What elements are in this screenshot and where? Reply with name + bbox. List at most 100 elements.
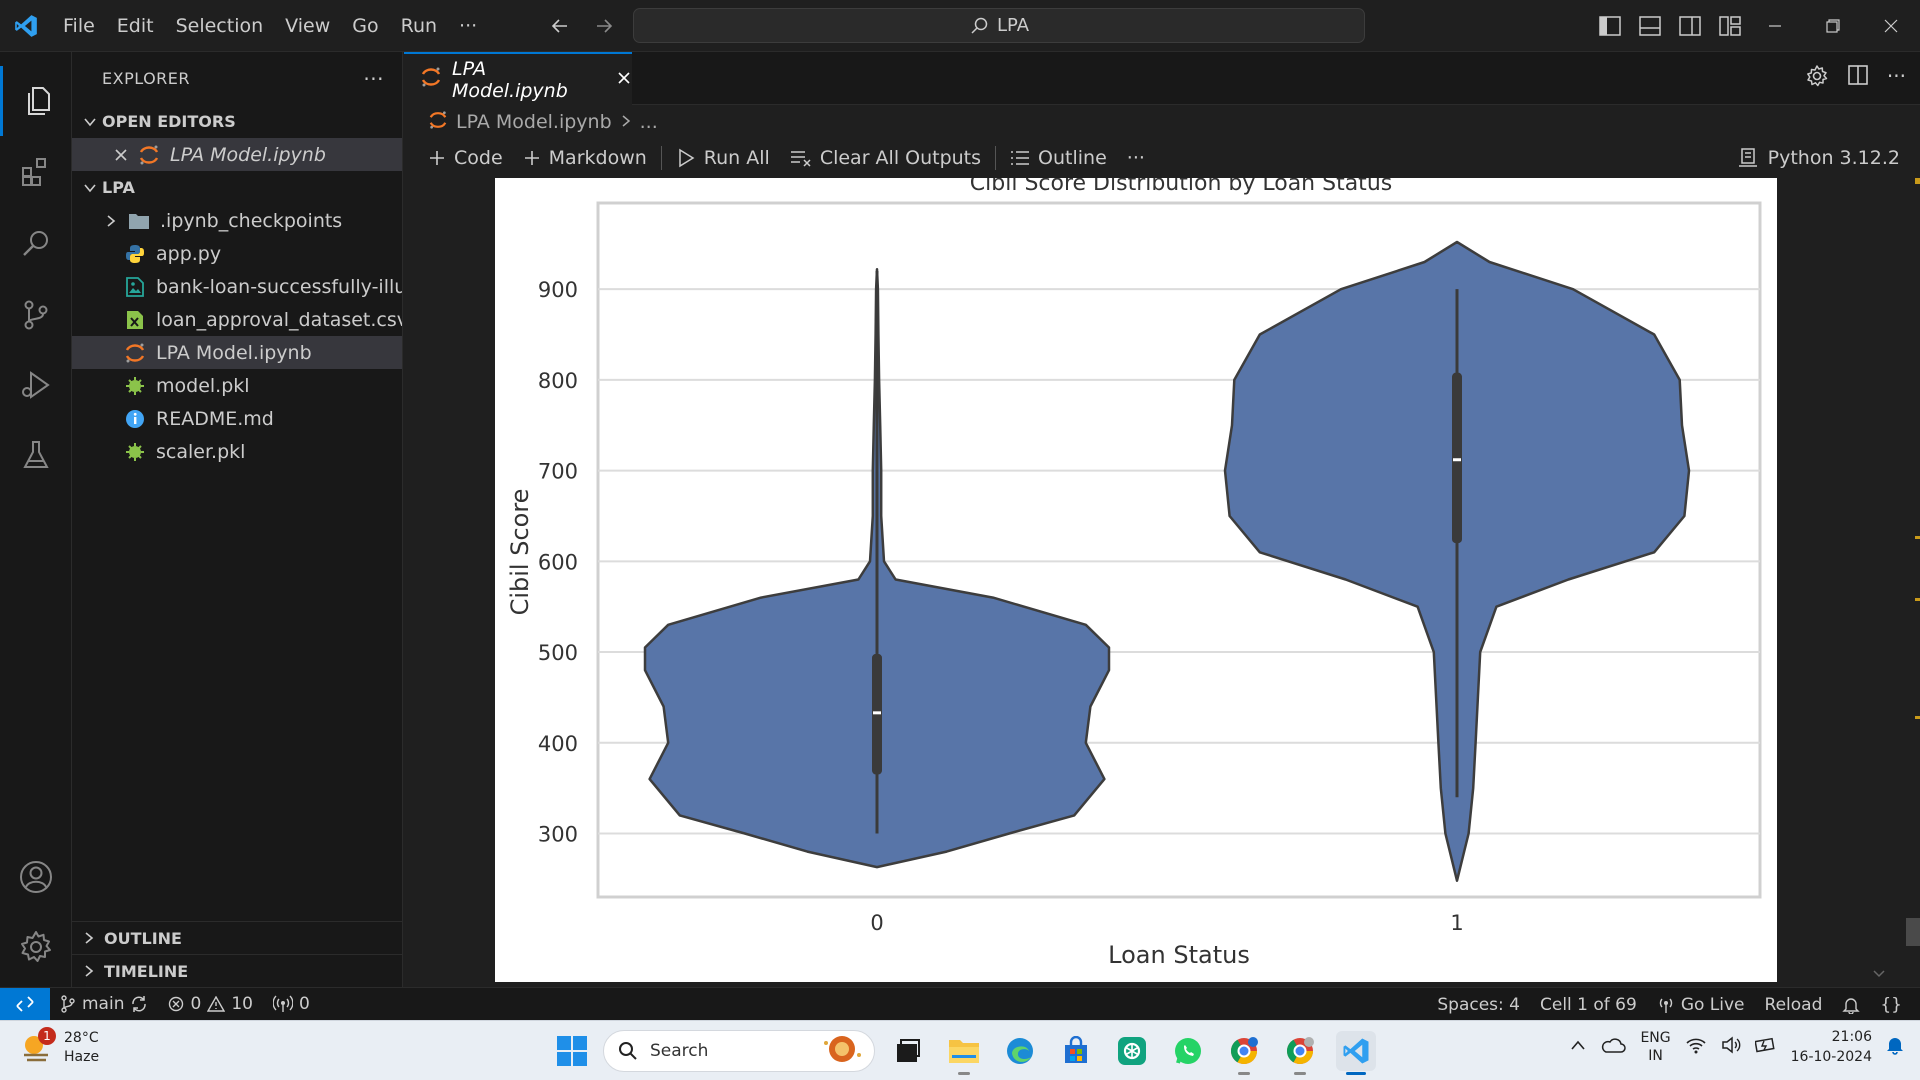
explorer-title: EXPLORER [102,69,190,88]
weather-description: Haze [64,1049,100,1065]
y-axis-label: Cibil Score [506,489,534,616]
cell-position-indicator[interactable]: Cell 1 of 69 [1530,995,1647,1015]
bell-icon[interactable] [1832,996,1870,1014]
timeline-section[interactable]: TIMELINE [72,954,403,987]
violin-iqr-box [1452,372,1462,544]
file-tree-item[interactable]: README.md [72,402,402,435]
microsoft-store-icon[interactable] [1056,1031,1096,1071]
chart-title: Cibil Score Distribution by Loan Status [970,178,1392,196]
system-tray: ENG IN 21:06 16-10-2024 [1570,1027,1904,1067]
toggle-primary-sidebar-icon[interactable] [1596,12,1624,40]
weather-widget[interactable]: 1 28°C Haze [20,1027,100,1067]
language-status-braces-icon[interactable]: {} [1870,995,1920,1015]
outline-button[interactable]: Outline [1000,139,1117,177]
menu-selection[interactable]: Selection [165,0,275,52]
sync-icon[interactable] [130,995,148,1013]
breadcrumb-more[interactable]: ... [640,111,658,133]
battery-charging-icon[interactable] [1754,1037,1777,1057]
notebook-settings-gear-icon[interactable] [1805,64,1829,92]
run-all-button[interactable]: Run All [666,139,780,177]
toggle-secondary-sidebar-icon[interactable] [1676,12,1704,40]
remote-indicator-icon[interactable] [0,987,50,1021]
source-control-icon[interactable] [0,280,72,350]
tab-lpa-model[interactable]: LPA Model.ipynb [404,52,632,105]
reload-button[interactable]: Reload [1755,995,1833,1015]
chrome-icon[interactable] [1280,1031,1320,1075]
add-markdown-cell-button[interactable]: Markdown [513,139,657,177]
problems-indicator[interactable]: 0 10 [158,994,262,1014]
explorer-more-button[interactable]: ··· [363,67,384,91]
menu-edit[interactable]: Edit [106,0,165,52]
wifi-icon[interactable] [1685,1036,1707,1058]
close-icon[interactable] [616,69,632,91]
menu-go[interactable]: Go [341,0,389,52]
overview-marker [1915,598,1920,601]
vscode-taskbar-icon[interactable] [1336,1031,1376,1075]
file-tree-item[interactable]: model.pkl [72,369,402,402]
file-tree-item[interactable]: loan_approval_dataset.csv [72,303,402,336]
kernel-picker[interactable]: Python 3.12.2 [1738,139,1900,177]
breadcrumb-file[interactable]: LPA Model.ipynb [456,111,612,133]
toolbar-more-button[interactable]: ··· [1117,139,1155,177]
git-branch[interactable]: main [50,994,158,1014]
file-tree-item[interactable]: bank-loan-successfully-illu... [72,270,402,303]
run-debug-icon[interactable] [0,350,72,420]
chevron-up-icon[interactable] [1570,1039,1586,1055]
extensions-icon[interactable] [0,137,72,207]
windows-start-icon[interactable] [556,1035,588,1071]
close-window-icon[interactable] [1862,0,1920,52]
gear-icon[interactable] [0,912,72,982]
search-icon [619,1042,637,1060]
lpa-folder-section[interactable]: LPA [72,171,402,204]
edge-browser-icon[interactable] [1000,1031,1040,1071]
minimize-icon[interactable] [1746,0,1804,52]
chrome-profile-icon[interactable] [1224,1031,1264,1075]
whatsapp-icon[interactable] [1168,1031,1208,1071]
split-editor-icon[interactable] [1847,64,1869,92]
editor-scrollbar-area[interactable] [1777,178,1920,987]
indentation-indicator[interactable]: Spaces: 4 [1427,995,1530,1015]
timeline-label: TIMELINE [104,961,189,981]
explorer-icon[interactable] [0,66,72,136]
file-tree-item[interactable]: scaler.pkl [72,435,402,468]
file-tree-item[interactable]: LPA Model.ipynb [72,336,402,369]
command-center-search[interactable]: LPA [633,8,1365,43]
notifications-bell-icon[interactable] [1886,1035,1904,1059]
restore-icon[interactable] [1804,0,1862,52]
open-editor-item[interactable]: LPA Model.ipynb [72,138,402,171]
testing-flask-icon[interactable] [0,420,72,490]
toggle-panel-icon[interactable] [1636,12,1664,40]
run-all-label: Run All [703,147,770,169]
clock[interactable]: 21:06 16-10-2024 [1791,1027,1872,1067]
add-code-cell-button[interactable]: Code [418,139,513,177]
file-tree-item[interactable]: app.py [72,237,402,270]
more-actions-icon[interactable]: ··· [1887,64,1906,92]
onedrive-cloud-icon[interactable] [1600,1036,1627,1058]
back-arrow-icon[interactable] [545,12,575,40]
accounts-icon[interactable] [0,842,72,912]
ports-indicator[interactable]: 0 [263,994,320,1014]
clear-all-outputs-button[interactable]: Clear All Outputs [780,139,991,177]
editor-gutter [404,178,495,987]
customize-layout-icon[interactable] [1716,12,1744,40]
menu-file[interactable]: File [52,0,106,52]
menu-view[interactable]: View [274,0,341,52]
volume-icon[interactable] [1721,1036,1741,1058]
taskbar-search-box[interactable]: Search [603,1030,875,1072]
file-explorer-icon[interactable] [944,1031,984,1075]
task-view-icon[interactable] [888,1031,928,1071]
search-icon[interactable] [0,209,72,279]
input-language[interactable]: ENG IN [1640,1029,1670,1065]
git-branch-icon [61,995,75,1013]
scrollbar-thumb[interactable] [1906,918,1920,946]
menu-more[interactable]: ··· [448,0,488,52]
file-tree-item[interactable]: .ipynb_checkpoints [72,204,402,237]
forward-arrow-icon[interactable] [589,12,619,40]
chatgpt-icon[interactable] [1112,1031,1152,1071]
go-live-button[interactable]: Go Live [1647,995,1755,1015]
menu-bar: File Edit Selection View Go Run ··· [52,0,488,52]
menu-run[interactable]: Run [390,0,448,52]
outline-section[interactable]: OUTLINE [72,921,403,954]
close-icon[interactable] [110,144,132,166]
open-editors-section[interactable]: OPEN EDITORS [72,105,402,138]
